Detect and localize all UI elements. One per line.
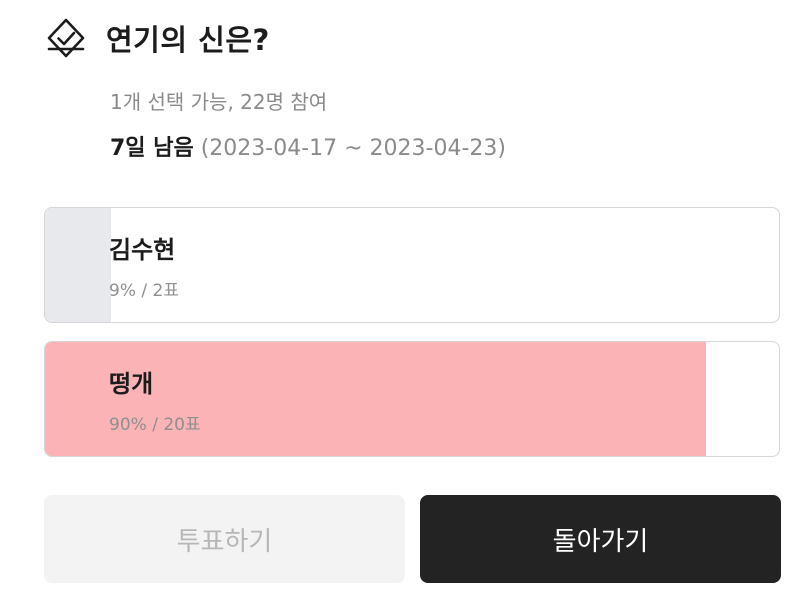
poll-info: 1개 선택 가능, 22명 참여 (110, 90, 328, 114)
option-label: 떵개 (109, 370, 154, 398)
option-label: 김수현 (109, 236, 176, 264)
option-result-bar (45, 342, 706, 456)
back-button[interactable]: 돌아가기 (420, 495, 781, 583)
poll-deadline: 7일 남음 (2023-04-17 ~ 2023-04-23) (110, 130, 506, 162)
poll-title: 연기의 신은? (106, 23, 270, 57)
option-stat: 90% / 20표 (109, 415, 201, 435)
option-result-bar (45, 208, 112, 322)
poll-card: 연기의 신은? 1개 선택 가능, 22명 참여 7일 남음 (2023-04-… (0, 0, 804, 594)
poll-title-row: 연기의 신은? (44, 14, 270, 62)
vote-button[interactable]: 투표하기 (44, 495, 405, 583)
date-range: (2023-04-17 ~ 2023-04-23) (200, 136, 506, 161)
days-remaining: 7일 남음 (110, 136, 194, 161)
option-stat: 9% / 2표 (109, 281, 179, 301)
poll-option-2[interactable]: 떵개 90% / 20표 (44, 341, 780, 457)
ballot-check-icon (44, 16, 88, 60)
poll-option-1[interactable]: 김수현 9% / 2표 (44, 207, 780, 323)
